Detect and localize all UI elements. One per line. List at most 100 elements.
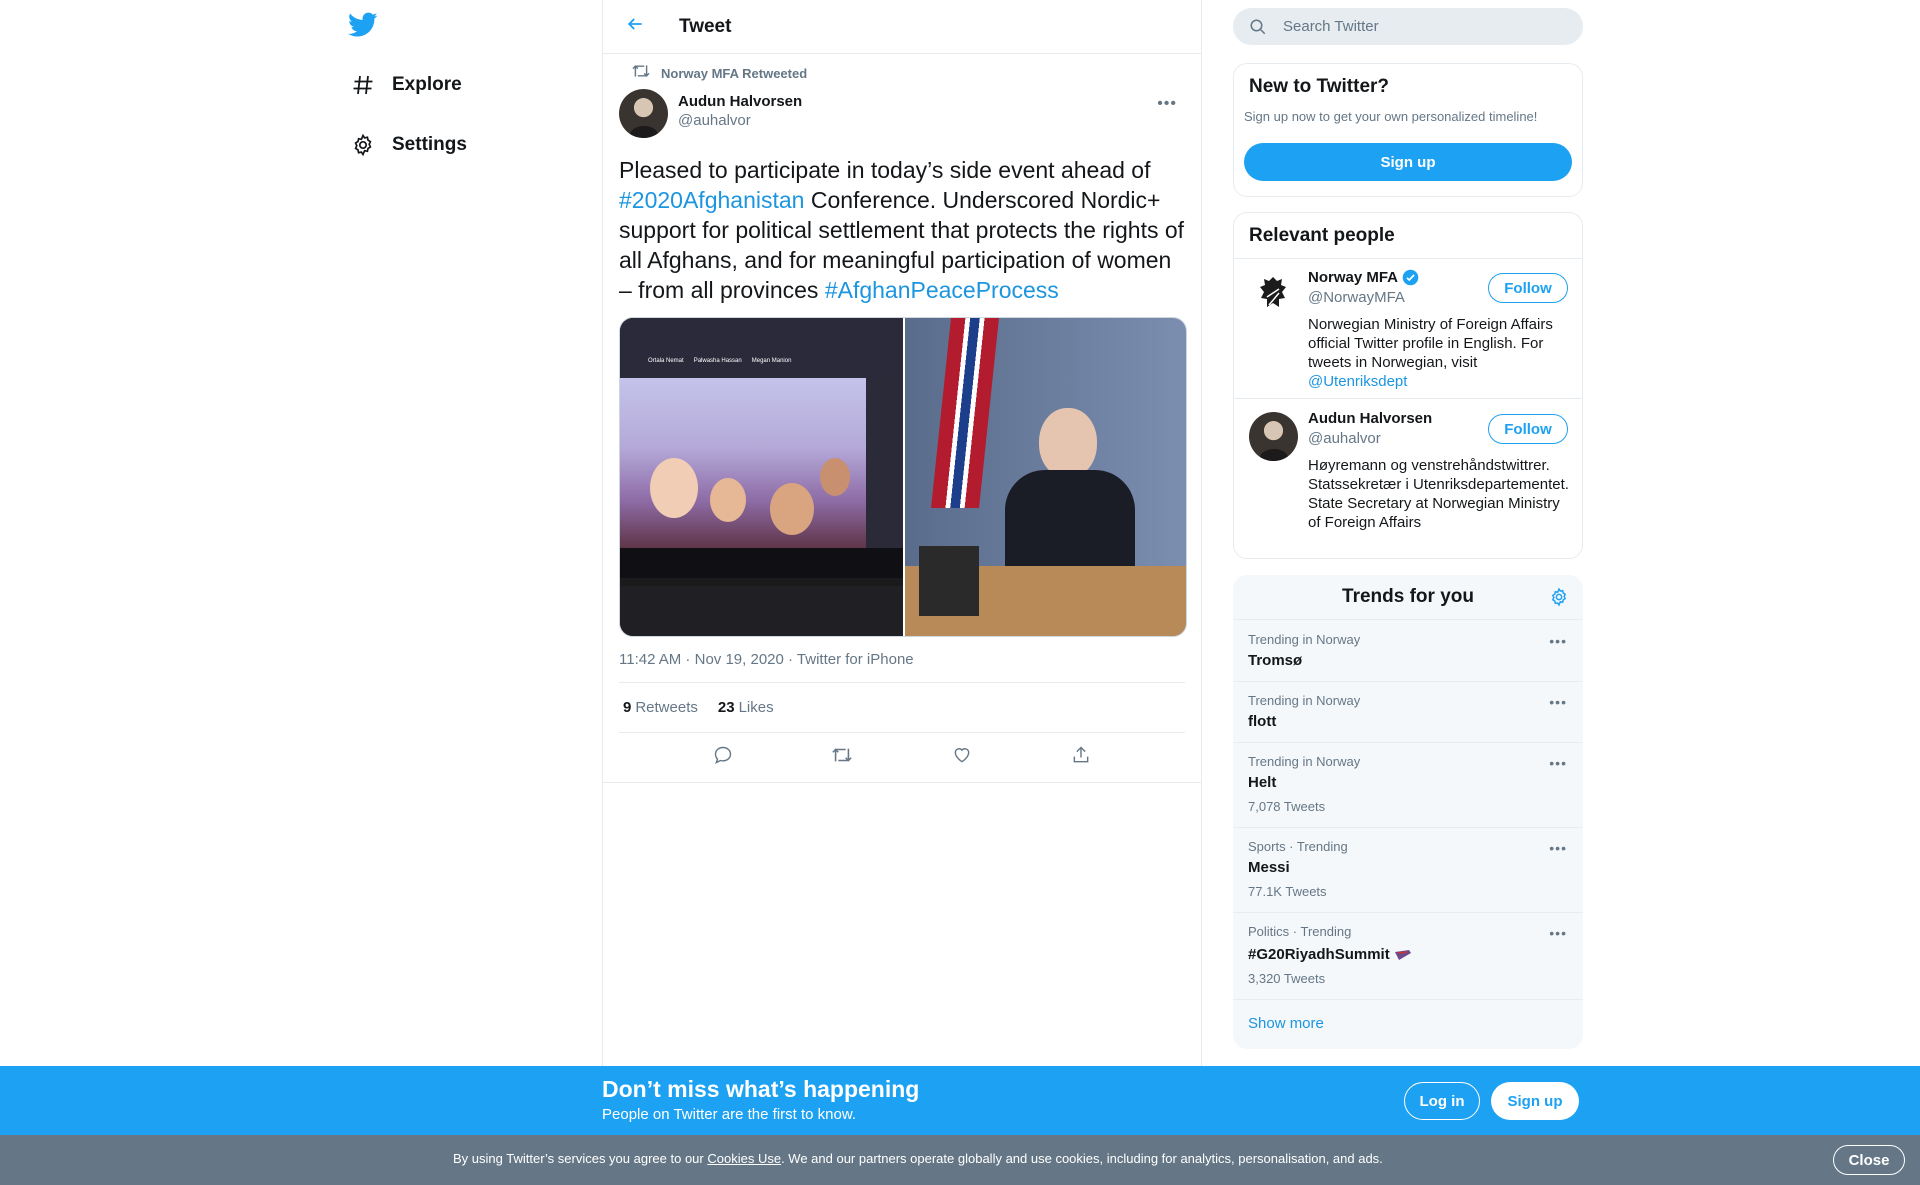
trend-count: 77.1K Tweets (1248, 884, 1327, 899)
new-to-twitter-title: New to Twitter? (1249, 76, 1390, 97)
retweeted-by-link[interactable]: Norway MFA Retweeted (661, 66, 807, 81)
signup-button[interactable]: Sign up (1244, 143, 1572, 181)
person-bio: Høyremann og venstrehåndstwittrer. Stats… (1308, 457, 1569, 531)
trend-name: flott (1248, 713, 1277, 730)
hashtag-icon (348, 70, 378, 100)
more-options-icon[interactable]: ••• (1157, 95, 1177, 113)
zoom-participant-names: Ortala Nemat Palwasha Hassan Megan Manio… (648, 358, 791, 364)
trend-context: Politics · Trending (1248, 924, 1352, 939)
media-photo-zoom-call[interactable]: Ortala Nemat Palwasha Hassan Megan Manio… (620, 318, 903, 636)
trend-count: 3,320 Tweets (1248, 971, 1326, 986)
nav-label-explore: Explore (392, 74, 462, 95)
gear-icon (348, 130, 378, 160)
author-avatar[interactable] (619, 89, 668, 138)
trend-item[interactable]: Politics · Trending #G20RiyadhSummit 3,3… (1233, 913, 1583, 1000)
nav-label-settings: Settings (392, 134, 467, 155)
person-name[interactable]: Audun Halvorsen (1308, 410, 1432, 427)
relevant-people-card: Relevant people Norway MFA @NorwayMFA No… (1233, 212, 1583, 559)
tweet-source[interactable]: Twitter for iPhone (797, 651, 914, 668)
gear-icon[interactable] (1549, 587, 1569, 612)
tweet-time[interactable]: 11:42 AM (619, 651, 681, 668)
zoom-name: Megan Manion (751, 358, 792, 364)
more-options-icon[interactable]: ••• (1549, 633, 1567, 649)
reply-button[interactable] (705, 740, 741, 776)
tweet-date[interactable]: Nov 19, 2020 (695, 651, 784, 668)
promo-title: Don’t miss what’s happening (602, 1076, 920, 1102)
g20-emoji-icon (1394, 946, 1412, 963)
cookie-text-before: By using Twitter’s services you agree to… (453, 1151, 708, 1166)
cookie-text-after: . We and our partners operate globally a… (781, 1151, 1383, 1166)
likes-count: 23 (717, 699, 735, 716)
cookie-close-button[interactable]: Close (1833, 1145, 1905, 1175)
cookie-text: By using Twitter’s services you agree to… (453, 1151, 1383, 1166)
retweets-count: 9 (623, 699, 632, 716)
retweet-button[interactable] (824, 740, 860, 776)
person-handle[interactable]: @NorwayMFA (1308, 289, 1405, 306)
norway-crest-avatar[interactable] (1249, 271, 1298, 320)
trend-context: Sports · Trending (1248, 839, 1348, 854)
more-options-icon[interactable]: ••• (1549, 755, 1567, 771)
tweet-text: Pleased to participate in today’s side e… (619, 155, 1185, 305)
signup-promo-banner: Don’t miss what’s happening People on Tw… (0, 1066, 1920, 1135)
trend-item[interactable]: Trending in Norway Helt 7,078 Tweets ••• (1233, 743, 1583, 828)
hashtag-link[interactable]: #2020Afghanistan (619, 187, 804, 213)
new-to-twitter-subtitle: Sign up now to get your own personalized… (1244, 109, 1538, 124)
person-name[interactable]: Norway MFA (1308, 269, 1398, 286)
tweet-media[interactable]: Ortala Nemat Palwasha Hassan Megan Manio… (619, 317, 1187, 637)
heart-icon (952, 745, 972, 770)
trend-name: Helt (1248, 774, 1277, 791)
nav-item-explore[interactable]: Explore (348, 60, 462, 110)
trend-item[interactable]: Sports · Trending Messi 77.1K Tweets ••• (1233, 828, 1583, 913)
cookie-banner: By using Twitter’s services you agree to… (0, 1135, 1920, 1185)
search-bar[interactable] (1233, 8, 1583, 45)
retweet-icon (631, 63, 651, 84)
trend-count: 7,078 Tweets (1248, 799, 1326, 814)
follow-button[interactable]: Follow (1488, 414, 1568, 444)
utenriksdept-link[interactable]: @Utenriksdept (1308, 373, 1407, 390)
hashtag-link[interactable]: #AfghanPeaceProcess (825, 277, 1059, 303)
media-photo-office[interactable] (905, 318, 1186, 636)
likes-stat[interactable]: 23 Likes (718, 699, 774, 716)
reply-icon (713, 745, 733, 770)
retweets-stat[interactable]: 9 Retweets (623, 699, 698, 716)
zoom-name: Palwasha Hassan (693, 358, 742, 364)
tweet-meta: 11:42 AM · Nov 19, 2020 · Twitter for iP… (619, 651, 1185, 683)
audun-avatar[interactable] (1249, 412, 1298, 461)
promo-subtitle: People on Twitter are the first to know. (602, 1106, 857, 1123)
search-icon (1249, 17, 1269, 37)
promo-signup-button[interactable]: Sign up (1491, 1082, 1579, 1120)
cookies-use-link[interactable]: Cookies Use (707, 1151, 781, 1166)
retweet-icon (831, 745, 853, 770)
search-input[interactable] (1283, 18, 1543, 35)
trend-name: #G20RiyadhSummit (1248, 946, 1412, 963)
tweet-stats: 9 Retweets 23 Likes (619, 683, 1185, 733)
more-options-icon[interactable]: ••• (1549, 694, 1567, 710)
back-button[interactable] (615, 7, 655, 47)
page-title: Tweet (679, 15, 732, 37)
trend-item[interactable]: Trending in Norway flott ••• (1233, 682, 1583, 743)
likes-label: Likes (738, 699, 774, 716)
show-more-link[interactable]: Show more (1248, 1015, 1324, 1032)
nav-item-settings[interactable]: Settings (348, 120, 467, 170)
trend-item[interactable]: Trending in Norway Tromsø ••• (1233, 621, 1583, 682)
person-card-norway-mfa[interactable]: Norway MFA @NorwayMFA Norwegian Ministry… (1234, 259, 1582, 399)
person-handle[interactable]: @auhalvor (1308, 430, 1381, 447)
tweet: Norway MFA Retweeted Audun Halvorsen @au… (603, 63, 1201, 783)
more-options-icon[interactable]: ••• (1549, 925, 1567, 941)
twitter-bird-icon[interactable] (348, 12, 380, 44)
trends-title: Trends for you (1342, 586, 1474, 607)
person-card-audun-halvorsen[interactable]: Audun Halvorsen @auhalvor Høyremann og v… (1234, 400, 1582, 558)
follow-button[interactable]: Follow (1488, 273, 1568, 303)
verified-badge-icon (1402, 269, 1419, 286)
arrow-left-icon (625, 14, 645, 39)
author-name[interactable]: Audun Halvorsen (678, 93, 802, 110)
login-button[interactable]: Log in (1404, 1082, 1480, 1120)
like-button[interactable] (944, 740, 980, 776)
tweet-actions (603, 733, 1201, 783)
more-options-icon[interactable]: ••• (1549, 840, 1567, 856)
author-handle[interactable]: @auhalvor (678, 112, 802, 129)
new-to-twitter-card: New to Twitter? Sign up now to get your … (1233, 63, 1583, 197)
share-button[interactable] (1063, 740, 1099, 776)
retweet-context: Norway MFA Retweeted (619, 63, 1185, 83)
relevant-people-title: Relevant people (1249, 225, 1395, 246)
